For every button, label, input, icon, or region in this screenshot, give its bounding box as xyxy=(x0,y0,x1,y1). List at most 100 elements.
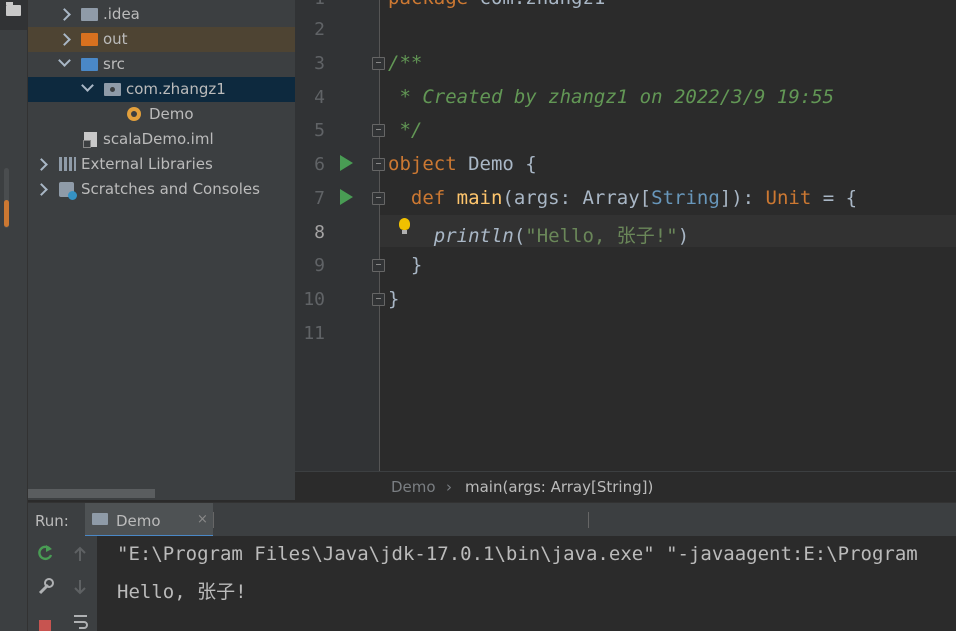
structure-marker-accent xyxy=(4,200,9,227)
line-number: 11 xyxy=(303,323,325,344)
tool-window-strip xyxy=(0,0,28,631)
code-text: com.zhangz1 xyxy=(468,0,606,9)
chevron-right-icon[interactable] xyxy=(35,183,48,196)
code-line-5: */ xyxy=(388,119,423,141)
code-text: = { xyxy=(811,187,858,209)
code-line-8: println("Hello, 张子!") xyxy=(388,221,689,248)
code-text: Demo { xyxy=(456,153,537,175)
code-line-7: def main(args: Array[String]): Unit = { xyxy=(388,187,857,209)
project-tool-button[interactable] xyxy=(0,0,27,30)
code-string: "Hello, 张子!" xyxy=(525,225,678,247)
tree-item-external-libraries[interactable]: External Libraries xyxy=(28,152,295,177)
editor-gutter: 1 2 3 4 5 6 7 8 9 10 11 xyxy=(295,0,385,471)
folder-icon xyxy=(81,8,98,21)
fold-icon[interactable] xyxy=(372,124,385,137)
tree-item-scratches[interactable]: Scratches and Consoles xyxy=(28,177,295,202)
tree-item-iml[interactable]: scalaDemo.iml xyxy=(28,127,295,152)
fold-icon[interactable] xyxy=(372,259,385,272)
tree-item-out[interactable]: out xyxy=(28,27,295,52)
code-text: ) xyxy=(677,225,690,247)
tree-item-label: scalaDemo.iml xyxy=(103,130,214,148)
line-number: 1 xyxy=(295,0,325,9)
line-number-current: 8 xyxy=(314,222,325,243)
tree-item-src[interactable]: src xyxy=(28,52,295,77)
tree-item-idea[interactable]: .idea xyxy=(28,2,295,27)
line-number: 2 xyxy=(314,19,325,40)
tree-item-label: .idea xyxy=(103,5,140,23)
code-text: ]): xyxy=(719,187,766,209)
run-toolbar xyxy=(28,536,97,631)
breadcrumb-item-demo[interactable]: Demo xyxy=(391,472,436,502)
libraries-icon xyxy=(59,157,76,171)
console-line: Hello, 张子! xyxy=(117,581,247,603)
fold-icon[interactable] xyxy=(372,192,385,205)
arrow-down-icon[interactable] xyxy=(73,579,87,595)
code-line-9: } xyxy=(388,254,423,276)
chevron-right-icon[interactable] xyxy=(35,158,48,171)
wrench-icon[interactable] xyxy=(36,578,54,596)
run-tab-label: Demo xyxy=(116,512,161,530)
code-type: String xyxy=(651,187,720,209)
breadcrumb: Demo › main(args: Array[String]) xyxy=(295,471,956,502)
project-folder-icon xyxy=(6,2,21,16)
breadcrumb-separator: › xyxy=(446,478,452,496)
tree-item-package[interactable]: com.zhangz1 xyxy=(28,77,295,102)
run-object-icon[interactable] xyxy=(340,155,353,171)
run-label: Run: xyxy=(35,512,69,530)
code-line-6: object Demo { xyxy=(388,153,537,175)
close-icon[interactable]: × xyxy=(197,512,208,527)
tree-item-label: Scratches and Consoles xyxy=(81,180,260,198)
console-output[interactable]: "E:\Program Files\Java\jdk-17.0.1\bin\ja… xyxy=(97,536,956,631)
excluded-folder-icon xyxy=(81,33,98,46)
code-type-unit: Unit xyxy=(765,187,812,209)
chevron-right-icon[interactable] xyxy=(58,8,71,21)
tree-item-label: out xyxy=(103,30,128,48)
code-line-3: /** xyxy=(388,52,423,74)
code-text: ( xyxy=(513,225,526,247)
line-number: 6 xyxy=(314,154,325,175)
line-number: 9 xyxy=(314,255,325,276)
module-file-icon xyxy=(83,132,97,148)
run-tab-demo[interactable]: Demo × xyxy=(85,503,213,537)
chevron-right-icon[interactable] xyxy=(58,33,71,46)
code-line-10: } xyxy=(388,288,400,310)
package-icon xyxy=(104,83,121,96)
console-icon xyxy=(92,513,108,525)
fold-icon[interactable] xyxy=(372,293,385,306)
code-function-call: println xyxy=(388,225,514,247)
code-keyword: object xyxy=(388,153,457,175)
code-keyword: package xyxy=(388,0,468,9)
scratches-icon xyxy=(59,182,77,200)
line-number: 10 xyxy=(303,289,325,310)
line-number: 3 xyxy=(314,53,325,74)
divider xyxy=(213,512,214,528)
soft-wrap-icon[interactable] xyxy=(73,613,89,629)
chevron-down-icon[interactable] xyxy=(81,79,94,92)
tree-item-label: Demo xyxy=(149,105,194,123)
scala-object-icon xyxy=(127,107,141,121)
tree-horizontal-scrollbar[interactable] xyxy=(28,489,155,498)
arrow-up-icon[interactable] xyxy=(73,546,87,562)
line-number: 7 xyxy=(314,188,325,209)
code-keyword: def xyxy=(388,187,446,209)
source-folder-icon xyxy=(81,58,98,71)
tree-item-label: src xyxy=(103,55,125,73)
breadcrumb-item-main[interactable]: main(args: Array[String]) xyxy=(465,472,653,502)
tree-item-demo[interactable]: Demo xyxy=(28,102,295,127)
console-line: "E:\Program Files\Java\jdk-17.0.1\bin\ja… xyxy=(117,543,918,565)
fold-icon[interactable] xyxy=(372,57,385,70)
chevron-down-icon[interactable] xyxy=(58,54,71,67)
divider xyxy=(588,512,589,528)
code-function: main xyxy=(445,187,503,209)
run-main-icon[interactable] xyxy=(340,189,353,205)
tree-item-label: com.zhangz1 xyxy=(126,80,226,98)
line-number: 4 xyxy=(314,87,325,108)
stop-icon[interactable] xyxy=(39,620,51,631)
tree-item-label: External Libraries xyxy=(81,155,213,173)
project-tree: .idea out src com.zhangz1 Demo scalaDemo… xyxy=(28,0,295,500)
code-line-1: package com.zhangz1 xyxy=(388,0,605,9)
code-editor[interactable]: 1 2 3 4 5 6 7 8 9 10 11 package com.zhan… xyxy=(295,0,956,471)
run-panel-header: Run: Demo × xyxy=(28,502,956,537)
fold-icon[interactable] xyxy=(372,158,385,171)
rerun-icon[interactable] xyxy=(36,544,54,562)
